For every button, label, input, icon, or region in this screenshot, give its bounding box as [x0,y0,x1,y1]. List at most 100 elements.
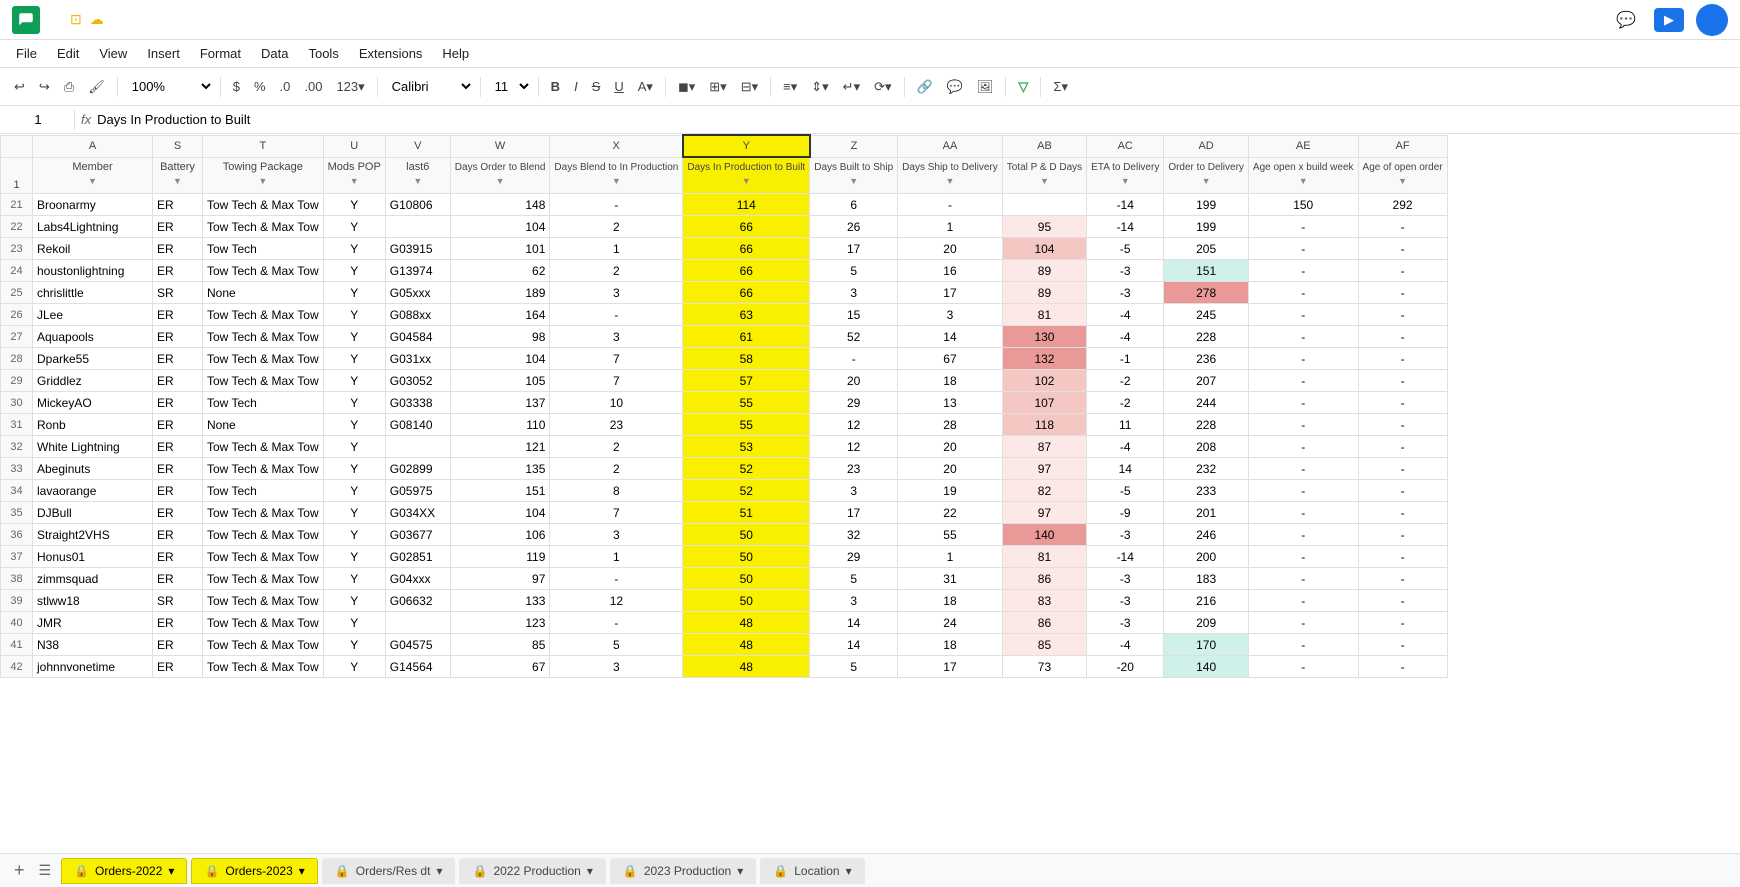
col-AB-header[interactable]: AB [1002,135,1086,157]
cell-X[interactable]: 3 [550,326,683,348]
cell-member[interactable]: DJBull [33,502,153,524]
sheet-menu-button[interactable]: ☰ [39,862,52,879]
cell-towing[interactable]: Tow Tech & Max Tow [203,260,324,282]
header-last6[interactable]: last6 ▼ [385,157,450,194]
cell-AF[interactable]: - [1358,392,1447,414]
cell-W[interactable]: 121 [450,436,550,458]
cell-member[interactable]: Rekoil [33,238,153,260]
cell-AE[interactable]: - [1248,524,1358,546]
tab-orders-2022[interactable]: 🔒 Orders-2022 ▾ [61,858,187,884]
cell-AD[interactable]: 236 [1164,348,1249,370]
cell-W[interactable]: 85 [450,634,550,656]
cell-X[interactable]: 8 [550,480,683,502]
cell-battery[interactable]: ER [153,568,203,590]
menu-help[interactable]: Help [434,44,477,63]
tab-arrow-2023-prod[interactable]: ▾ [737,864,743,878]
cell-AA[interactable]: 18 [898,590,1003,612]
cell-member[interactable]: Labs4Lightning [33,216,153,238]
cell-W[interactable]: 189 [450,282,550,304]
row-number[interactable]: 26 [1,304,33,326]
cell-AA[interactable]: 20 [898,238,1003,260]
cell-AC[interactable]: -4 [1087,304,1164,326]
image-button[interactable]: 🖼 [971,75,1000,99]
cell-W[interactable]: 151 [450,480,550,502]
cell-AA[interactable]: - [898,194,1003,216]
cell-AF[interactable]: - [1358,656,1447,678]
cell-AE[interactable]: - [1248,568,1358,590]
cell-Z[interactable]: 6 [810,194,898,216]
cell-Y[interactable]: 48 [683,656,810,678]
cell-Y[interactable]: 51 [683,502,810,524]
cell-AE[interactable]: - [1248,348,1358,370]
cell-last6[interactable]: G14564 [385,656,450,678]
cell-X[interactable]: 7 [550,370,683,392]
cell-AD[interactable]: 244 [1164,392,1249,414]
cell-member[interactable]: chrislittle [33,282,153,304]
cell-towing[interactable]: Tow Tech & Max Tow [203,568,324,590]
cell-towing[interactable]: Tow Tech & Max Tow [203,524,324,546]
cell-battery[interactable]: ER [153,348,203,370]
row-number[interactable]: 22 [1,216,33,238]
row-number[interactable]: 38 [1,568,33,590]
cell-AD[interactable]: 216 [1164,590,1249,612]
cell-Z[interactable]: 3 [810,480,898,502]
cell-AE[interactable]: - [1248,656,1358,678]
col-AE-header[interactable]: AE [1248,135,1358,157]
col-Y-header[interactable]: Y [683,135,810,157]
cell-AA[interactable]: 28 [898,414,1003,436]
cell-AD[interactable]: 200 [1164,546,1249,568]
cell-mods[interactable]: Y [323,436,385,458]
cell-X[interactable]: - [550,194,683,216]
header-AF[interactable]: Age of open order ▼ [1358,157,1447,194]
row-number[interactable]: 42 [1,656,33,678]
cell-AD[interactable]: 205 [1164,238,1249,260]
cell-AE[interactable]: - [1248,370,1358,392]
cell-battery[interactable]: ER [153,326,203,348]
cell-mods[interactable]: Y [323,194,385,216]
cell-W[interactable]: 110 [450,414,550,436]
cell-AB[interactable]: 118 [1002,414,1086,436]
header-mods[interactable]: Mods POP ▼ [323,157,385,194]
cell-Z[interactable]: 17 [810,238,898,260]
cell-AE[interactable]: - [1248,238,1358,260]
cell-W[interactable]: 62 [450,260,550,282]
cell-AD[interactable]: 140 [1164,656,1249,678]
cell-W[interactable]: 67 [450,656,550,678]
cell-mods[interactable]: Y [323,304,385,326]
cell-mods[interactable]: Y [323,260,385,282]
cell-mods[interactable]: Y [323,634,385,656]
cell-AA[interactable]: 20 [898,458,1003,480]
cell-AD[interactable]: 228 [1164,326,1249,348]
cell-AF[interactable]: - [1358,524,1447,546]
col-AA-header[interactable]: AA [898,135,1003,157]
cell-Y[interactable]: 52 [683,458,810,480]
tab-arrow-res-dt[interactable]: ▾ [436,864,442,878]
cell-last6[interactable]: G05xxx [385,282,450,304]
cell-AB[interactable]: 95 [1002,216,1086,238]
row-number[interactable]: 37 [1,546,33,568]
merge-button[interactable]: ⊟▾ [735,75,764,99]
cell-X[interactable]: - [550,568,683,590]
cell-AC[interactable]: -4 [1087,326,1164,348]
cell-AB[interactable]: 89 [1002,282,1086,304]
cell-Y[interactable]: 55 [683,392,810,414]
tab-2023-production[interactable]: 🔒 2023 Production ▾ [610,858,756,884]
cell-battery[interactable]: ER [153,480,203,502]
cell-last6[interactable] [385,612,450,634]
cell-battery[interactable]: ER [153,238,203,260]
cell-W[interactable]: 123 [450,612,550,634]
row-number[interactable]: 27 [1,326,33,348]
cell-AC[interactable]: -3 [1087,282,1164,304]
cell-Z[interactable]: 14 [810,634,898,656]
cell-AB[interactable]: 81 [1002,304,1086,326]
cell-AA[interactable]: 55 [898,524,1003,546]
cell-battery[interactable]: ER [153,458,203,480]
header-towing[interactable]: Towing Package ▼ [203,157,324,194]
fill-color-button[interactable]: ◼▾ [672,75,701,99]
row-number[interactable]: 36 [1,524,33,546]
cell-AE[interactable]: - [1248,326,1358,348]
cell-towing[interactable]: Tow Tech & Max Tow [203,590,324,612]
cell-member[interactable]: Dparke55 [33,348,153,370]
cell-towing[interactable]: Tow Tech & Max Tow [203,348,324,370]
row-number[interactable]: 33 [1,458,33,480]
